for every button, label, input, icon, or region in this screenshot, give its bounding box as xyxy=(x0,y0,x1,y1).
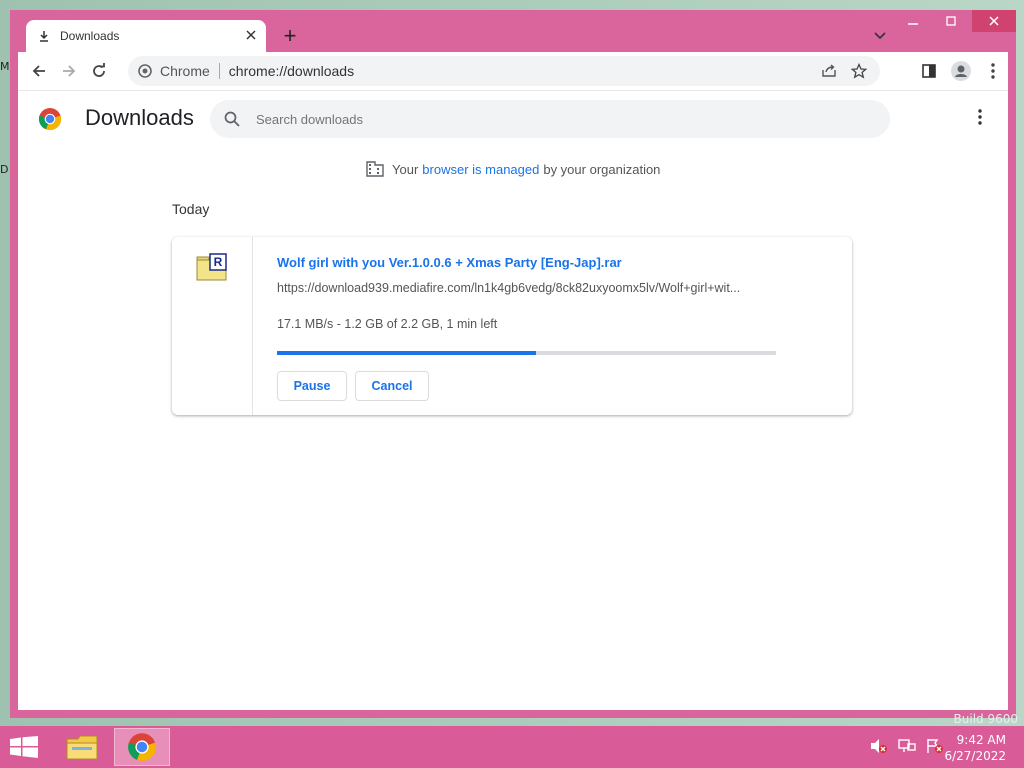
arrow-left-icon xyxy=(32,65,45,77)
downloads-page: Downloads Your browser is managed by you… xyxy=(18,90,1008,710)
taskbar: 9:42 AM 6/27/2022 xyxy=(0,726,1024,768)
omnibox-site-label: Chrome xyxy=(160,63,210,79)
folder-icon xyxy=(66,735,98,760)
share-button[interactable] xyxy=(814,56,844,86)
tab-title: Downloads xyxy=(60,29,120,43)
close-icon xyxy=(246,30,256,40)
system-tray xyxy=(870,738,944,754)
cancel-button[interactable]: Cancel xyxy=(355,371,429,401)
chrome-logo-icon xyxy=(38,108,62,131)
progress-fill xyxy=(277,351,537,355)
download-progress-bar xyxy=(277,351,776,355)
star-icon xyxy=(851,63,867,79)
back-button[interactable] xyxy=(24,56,54,86)
download-item: R Wolf girl with you Ver.1.0.0.6 + Xmas … xyxy=(172,237,852,415)
forward-button[interactable] xyxy=(54,56,84,86)
omnibox-actions xyxy=(814,56,874,86)
minimize-button[interactable] xyxy=(898,10,928,32)
profile-button[interactable] xyxy=(946,56,976,86)
search-downloads[interactable] xyxy=(210,100,890,138)
browser-menu-button[interactable] xyxy=(978,56,1008,86)
chevron-down-icon xyxy=(874,32,886,40)
downloads-menu-button[interactable] xyxy=(978,109,982,130)
avatar-icon xyxy=(951,61,971,81)
taskbar-chrome[interactable] xyxy=(114,728,170,766)
minimize-icon xyxy=(908,23,918,25)
desktop-label: M xyxy=(0,60,10,73)
maximize-button[interactable] xyxy=(936,10,966,32)
building-icon xyxy=(366,161,384,177)
side-panel-button[interactable] xyxy=(914,56,944,86)
taskbar-file-explorer[interactable] xyxy=(54,728,110,766)
toolbar: Chrome chrome://downloads xyxy=(18,52,1008,90)
more-vert-icon xyxy=(978,109,982,125)
clock-date: 6/27/2022 xyxy=(944,749,1006,763)
file-icon-column: R xyxy=(172,237,253,415)
reload-icon xyxy=(93,63,105,77)
download-status: 17.1 MB/s - 1.2 GB of 2.2 GB, 1 min left xyxy=(277,317,498,331)
search-input[interactable] xyxy=(254,110,858,128)
taskbar-clock[interactable]: 9:42 AM 6/27/2022 xyxy=(944,732,1006,764)
browser-window: Downloads + Chrome chrome://downloads Do… xyxy=(10,10,1016,718)
file-name-link[interactable]: Wolf girl with you Ver.1.0.0.6 + Xmas Pa… xyxy=(277,255,622,270)
rar-letter: R xyxy=(214,255,223,269)
tab-downloads[interactable]: Downloads xyxy=(26,20,266,52)
downloads-header: Downloads xyxy=(18,91,1008,147)
start-button[interactable] xyxy=(10,736,38,758)
tab-close-button[interactable] xyxy=(246,27,256,45)
new-tab-button[interactable]: + xyxy=(278,23,302,48)
close-window-button[interactable] xyxy=(972,10,1016,32)
section-date: Today xyxy=(172,201,210,217)
tab-search-button[interactable] xyxy=(868,24,892,48)
action-center-flag-icon[interactable] xyxy=(926,738,944,754)
pause-button[interactable]: Pause xyxy=(277,371,347,401)
bookmark-star-button[interactable] xyxy=(844,56,874,86)
omnibox-divider xyxy=(218,63,220,79)
maximize-icon xyxy=(946,16,956,26)
side-panel-icon xyxy=(922,64,936,78)
chrome-icon xyxy=(138,64,152,78)
share-icon xyxy=(822,64,836,77)
page-title: Downloads xyxy=(85,105,194,130)
network-icon[interactable] xyxy=(898,738,916,754)
file-url: https://download939.mediafire.com/ln1k4g… xyxy=(277,281,741,295)
address-bar[interactable]: Chrome chrome://downloads xyxy=(128,56,880,86)
arrow-right-icon xyxy=(63,65,76,77)
download-icon xyxy=(40,31,48,42)
rar-file-icon: R xyxy=(196,253,227,281)
desktop-label: D xyxy=(0,163,9,176)
chrome-logo-icon xyxy=(128,733,156,761)
managed-notice: Your browser is managed by your organiza… xyxy=(366,161,660,177)
os-watermark: Build 9600 xyxy=(953,712,1018,726)
volume-muted-icon[interactable] xyxy=(870,738,888,754)
managed-prefix: Your xyxy=(392,161,419,177)
managed-link[interactable]: browser is managed xyxy=(422,162,539,177)
clock-time: 9:42 AM xyxy=(956,733,1006,747)
reload-button[interactable] xyxy=(84,56,114,86)
windows-logo-icon xyxy=(10,736,38,758)
omnibox-url[interactable]: chrome://downloads xyxy=(229,63,354,79)
window-controls xyxy=(898,10,1016,34)
more-vert-icon xyxy=(991,63,995,79)
search-icon xyxy=(224,111,240,127)
managed-suffix: by your organization xyxy=(543,161,661,177)
close-icon xyxy=(989,16,999,26)
